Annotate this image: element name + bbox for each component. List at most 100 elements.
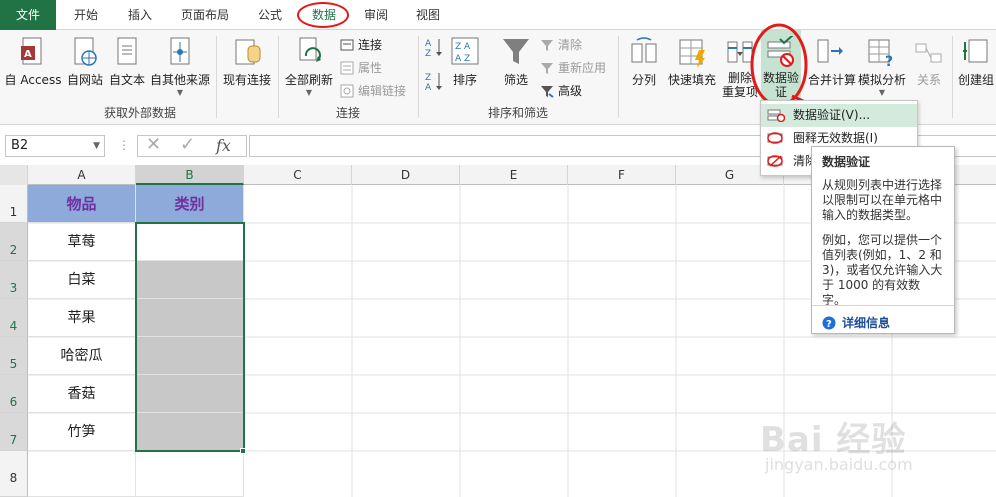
from-text-button[interactable]: 自文本 (106, 36, 148, 88)
relationships-icon (915, 43, 942, 63)
tooltip-title: 数据验证 (822, 155, 871, 169)
cell-a4[interactable]: 苹果 (28, 299, 136, 337)
what-if-analysis-button[interactable]: ? 模拟分析 ▼ (856, 36, 908, 97)
refresh-icon (299, 37, 321, 62)
insert-function-icon[interactable]: fx (216, 136, 231, 155)
formula-buttons: ✕ ✓ fx (137, 134, 247, 157)
column-header-e[interactable]: E (460, 165, 568, 185)
reapply-button[interactable]: 重新应用 (540, 59, 606, 76)
create-group-label: 创建组 (957, 73, 994, 87)
from-web-button[interactable]: 自网站 (64, 36, 106, 88)
tab-page-layout[interactable]: 页面布局 (172, 0, 238, 30)
cell-b6[interactable] (136, 375, 244, 413)
chevron-down-icon: ▼ (878, 88, 886, 97)
tab-file[interactable]: 文件 (0, 0, 56, 30)
cell-b4[interactable] (136, 299, 244, 337)
row-header-3[interactable]: 3 (0, 261, 28, 299)
web-page-icon (74, 37, 97, 66)
row-header-1[interactable]: 1 (0, 185, 28, 223)
svg-text:A: A (425, 83, 432, 92)
row-header-2[interactable]: 2 (0, 223, 28, 261)
tab-formulas[interactable]: 公式 (246, 0, 294, 30)
text-to-columns-label: 分列 (631, 73, 656, 87)
properties-icon (340, 61, 354, 74)
cell-a3[interactable]: 白菜 (28, 261, 136, 299)
tooltip-description: 从规则列表中进行选择以限制可以在单元格中输入的数据类型。 (822, 178, 943, 222)
svg-text:A Z: A Z (455, 54, 470, 64)
from-other-sources-button[interactable]: 自其他来源 ▼ (148, 36, 212, 97)
consolidate-button[interactable]: 合并计算 (808, 36, 856, 88)
sort-ascending-button[interactable]: AZ (422, 36, 446, 61)
data-validation-small-icon (767, 109, 785, 122)
clear-filter-button[interactable]: 清除 (540, 36, 582, 53)
properties-label: 属性 (358, 61, 383, 75)
relationships-label: 关系 (916, 73, 941, 87)
tab-home[interactable]: 开始 (62, 0, 110, 30)
cell-b5[interactable] (136, 337, 244, 375)
tab-data[interactable]: 数据 (300, 0, 348, 30)
from-access-label: 自 Access (4, 73, 62, 87)
svg-text:?: ? (826, 319, 832, 330)
tab-view[interactable]: 视图 (404, 0, 452, 30)
group-divider (952, 36, 953, 118)
filter-button[interactable]: 筛选 (496, 36, 536, 88)
advanced-filter-icon (541, 85, 554, 98)
cell-a5[interactable]: 哈密瓜 (28, 337, 136, 375)
name-box-value: B2 (11, 138, 29, 153)
reapply-label: 重新应用 (558, 61, 607, 75)
fill-handle[interactable] (240, 448, 246, 454)
row-header-5[interactable]: 5 (0, 337, 28, 375)
svg-text:Z A: Z A (455, 42, 471, 52)
cell-a2[interactable]: 草莓 (28, 223, 136, 261)
filter-label: 筛选 (503, 73, 528, 87)
cell-b7[interactable] (136, 413, 244, 451)
column-header-c[interactable]: C (244, 165, 352, 185)
column-header-a[interactable]: A (28, 165, 136, 185)
advanced-filter-button[interactable]: 高级 (540, 82, 582, 99)
text-file-icon (117, 37, 137, 65)
cell-b2[interactable] (136, 223, 244, 261)
help-icon: ? (822, 316, 836, 330)
menu-item-data-validation[interactable]: 数据验证(V)... (761, 104, 917, 127)
what-if-label: 模拟分析 (857, 73, 906, 87)
cell-a1[interactable]: 物品 (28, 185, 136, 223)
row-header-6[interactable]: 6 (0, 375, 28, 413)
tab-review[interactable]: 审阅 (352, 0, 400, 30)
name-box[interactable]: B2 ▼ (5, 135, 105, 157)
reapply-icon (541, 62, 553, 74)
cell-a7[interactable]: 竹笋 (28, 413, 136, 451)
from-web-label: 自网站 (66, 73, 103, 87)
relationships-button[interactable]: 关系 (910, 36, 948, 88)
from-access-button[interactable]: A 自 Access (2, 36, 64, 88)
connections-button[interactable]: 连接 (340, 36, 382, 53)
column-header-f[interactable]: F (568, 165, 676, 185)
cancel-icon[interactable]: ✕ (146, 134, 161, 155)
existing-connections-button[interactable]: 现有连接 (220, 36, 274, 88)
cell-b1[interactable]: 类别 (136, 185, 244, 223)
connections-label: 连接 (358, 38, 383, 52)
enter-check-icon[interactable]: ✓ (180, 134, 195, 155)
tab-insert[interactable]: 插入 (116, 0, 164, 30)
chevron-down-icon: ▼ (93, 141, 100, 151)
row-header-7[interactable]: 7 (0, 413, 28, 451)
create-group-button[interactable]: 创建组 (956, 36, 996, 88)
row-header-8[interactable]: 8 (0, 451, 28, 497)
text-to-columns-button[interactable]: 分列 (624, 36, 664, 88)
column-header-d[interactable]: D (352, 165, 460, 185)
cell-a6[interactable]: 香菇 (28, 375, 136, 413)
flash-fill-button[interactable]: 快速填充 (666, 36, 718, 88)
properties-button[interactable]: 属性 (340, 59, 382, 76)
tooltip-more-info-link[interactable]: ? 详细信息 (812, 305, 954, 339)
cell-b8[interactable] (136, 451, 244, 497)
cell-b3[interactable] (136, 261, 244, 299)
column-header-b[interactable]: B (136, 165, 244, 185)
svg-text:?: ? (885, 54, 893, 68)
sort-descending-button[interactable]: ZA (422, 70, 446, 95)
ribbon-tab-bar: 文件 开始 插入 页面布局 公式 数据 审阅 视图 (0, 0, 996, 30)
cell-a8[interactable] (28, 451, 136, 497)
refresh-all-button[interactable]: 全部刷新 ▼ (282, 36, 336, 97)
edit-links-button[interactable]: 编辑链接 (340, 82, 406, 99)
select-all-corner[interactable] (0, 165, 28, 185)
sort-button[interactable]: Z A A Z 排序 (448, 36, 482, 88)
row-header-4[interactable]: 4 (0, 299, 28, 337)
